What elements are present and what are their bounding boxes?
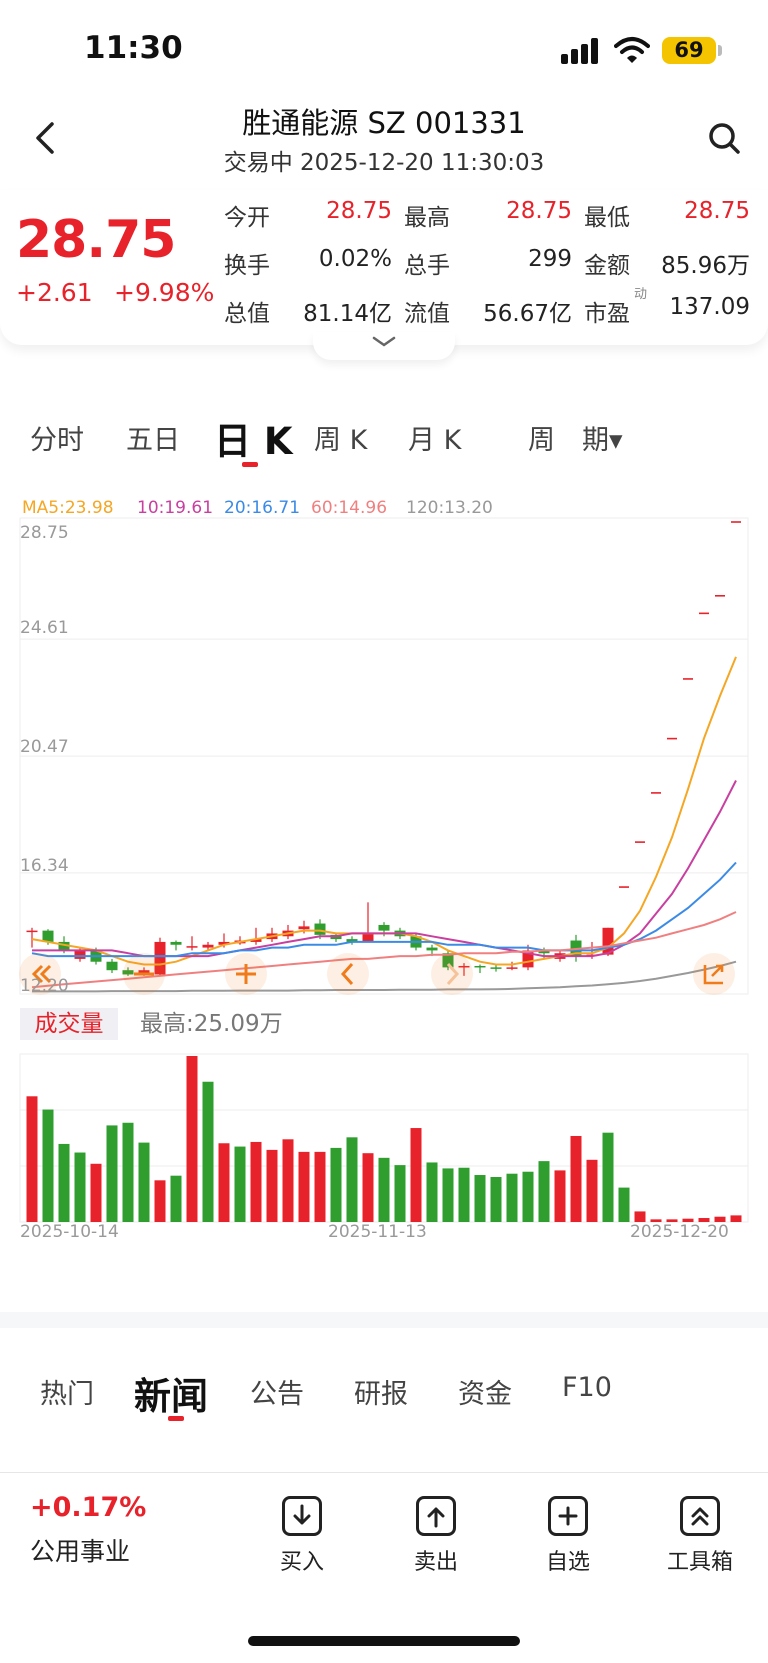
candle-body [26, 930, 38, 933]
volume-bar [314, 1151, 326, 1222]
volume-bar [58, 1143, 70, 1222]
y-tick-label: 12.20 [20, 976, 69, 996]
volume-bar [90, 1163, 102, 1222]
volume-bar [250, 1141, 262, 1222]
tab-hot[interactable]: 热门 [40, 1372, 94, 1411]
bottom-bar-divider [0, 1472, 768, 1473]
volume-bar [554, 1170, 566, 1222]
volume-label: 成交量 [20, 1008, 118, 1040]
active-news-indicator [168, 1416, 184, 1421]
tab-announcements[interactable]: 公告 [250, 1372, 304, 1411]
volume-bar [442, 1168, 454, 1222]
candle-body [490, 967, 502, 969]
volume-bar [74, 1152, 86, 1222]
x-date-label: 2025-11-13 [328, 1222, 427, 1242]
tab-research[interactable]: 研报 [354, 1372, 408, 1411]
candle-body [202, 944, 214, 948]
volume-bar [346, 1137, 358, 1222]
volume-bar [394, 1165, 406, 1222]
volume-max: 最高:25.09万 [140, 1011, 283, 1037]
candle-body [378, 924, 390, 931]
sector-change[interactable]: +0.17% [30, 1492, 146, 1523]
volume-bar [730, 1215, 742, 1222]
volume-bar [474, 1175, 486, 1222]
candle-body [426, 947, 438, 951]
candle-body [314, 923, 326, 935]
section-divider [0, 1312, 768, 1328]
volume-bar [506, 1173, 518, 1222]
volume-bar [170, 1175, 182, 1222]
volume-bar [298, 1151, 310, 1222]
home-indicator [248, 1636, 520, 1646]
chart-pan-left-control [327, 953, 369, 995]
volume-bar [570, 1135, 582, 1222]
watchlist-add-icon [548, 1496, 588, 1536]
sell-button[interactable]: 卖出 [396, 1496, 476, 1576]
volume-bar [218, 1143, 230, 1222]
candle-body [506, 967, 518, 969]
volume-bar [586, 1159, 598, 1222]
sector-name[interactable]: 公用事业 [30, 1532, 130, 1568]
add-watchlist-button[interactable]: 自选 [528, 1496, 608, 1576]
ma5-line [31, 656, 737, 966]
volume-bar [410, 1128, 422, 1222]
tab-capital[interactable]: 资金 [458, 1372, 512, 1411]
volume-bar [186, 1056, 198, 1222]
candle-body [170, 941, 182, 945]
volume-bar [362, 1153, 374, 1222]
volume-bar [330, 1147, 342, 1222]
volume-bar [634, 1211, 646, 1222]
volume-bar [378, 1157, 390, 1222]
chart-pan-right-control [431, 953, 473, 995]
volume-bar [234, 1146, 246, 1222]
y-tick-label: 28.75 [20, 523, 69, 543]
toolbox-label: 工具箱 [666, 1550, 733, 1575]
volume-bar [138, 1142, 150, 1222]
volume-bar [202, 1081, 214, 1222]
candle-body [298, 926, 310, 930]
buy-icon [282, 1496, 322, 1536]
candle-body [74, 950, 86, 959]
volume-bar [106, 1125, 118, 1222]
volume-bar [426, 1162, 438, 1222]
tab-news[interactable]: 新闻 [134, 1366, 208, 1420]
candle-body [106, 961, 118, 971]
volume-bar [458, 1167, 470, 1222]
toolbox-button[interactable]: 工具箱 [660, 1496, 740, 1576]
buy-label: 买入 [279, 1550, 324, 1575]
sell-icon [416, 1496, 456, 1536]
x-date-label: 2025-10-14 [20, 1222, 119, 1242]
tab-f10[interactable]: F10 [562, 1372, 612, 1403]
candle-body [186, 946, 198, 948]
watchlist-label: 自选 [545, 1550, 590, 1575]
volume-bar [282, 1139, 294, 1222]
volume-bar [122, 1122, 134, 1222]
volume-bar [154, 1180, 166, 1222]
candle-body [362, 933, 374, 942]
volume-bar [538, 1161, 550, 1222]
candle-body [474, 965, 486, 968]
kline-chart[interactable] [0, 0, 768, 1260]
volume-bar [42, 1109, 54, 1222]
toolbox-icon [680, 1496, 720, 1536]
buy-button[interactable]: 买入 [262, 1496, 342, 1576]
volume-bar [490, 1177, 502, 1222]
volume-bar [26, 1096, 38, 1222]
y-tick-label: 24.61 [20, 618, 69, 638]
volume-bar [602, 1132, 614, 1222]
y-tick-label: 20.47 [20, 737, 69, 757]
volume-bar [266, 1149, 278, 1222]
volume-bar [522, 1171, 534, 1222]
volume-bar [618, 1187, 630, 1222]
y-tick-label: 16.34 [20, 856, 69, 876]
sell-label: 卖出 [413, 1550, 458, 1575]
x-date-label: 2025-12-20 [630, 1222, 729, 1242]
